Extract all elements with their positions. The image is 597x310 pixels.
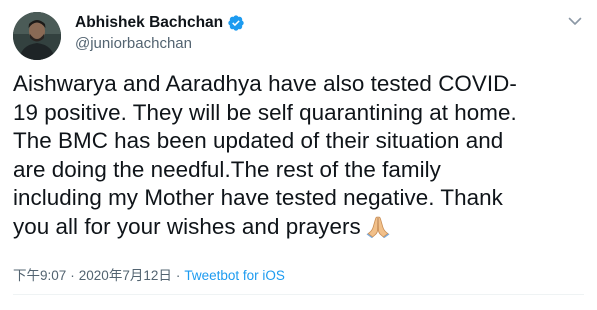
chevron-down-icon xyxy=(568,13,582,31)
tweet-source-link[interactable]: Tweetbot for iOS xyxy=(184,267,285,285)
avatar[interactable] xyxy=(13,12,61,60)
folded-hands-emoji xyxy=(365,214,391,246)
tweet-text-line: The BMC has been updated of their situat… xyxy=(13,128,504,154)
tweet-card: Abhishek Bachchan @juniorbachchan Aishwa… xyxy=(0,0,597,310)
avatar-image xyxy=(13,12,61,60)
tweet-text-line: are doing the needful.The rest of the fa… xyxy=(13,156,441,182)
tweet-text-line: you all for your wishes and prayers xyxy=(13,213,361,239)
tweet-text-line: 19 positive. They will be self quarantin… xyxy=(13,99,517,125)
meta-separator: · xyxy=(175,268,181,283)
tweet-text-last-line: you all for your wishes and prayers xyxy=(13,213,587,246)
divider xyxy=(13,294,584,295)
author-name-row[interactable]: Abhishek Bachchan xyxy=(75,13,245,33)
display-name[interactable]: Abhishek Bachchan xyxy=(75,13,223,33)
tweet-date[interactable]: 2020年7月12日 xyxy=(79,267,172,285)
author-handle[interactable]: @juniorbachchan xyxy=(75,34,192,54)
tweet-text-line: including my Mother have tested negative… xyxy=(13,185,503,211)
verified-badge-icon xyxy=(227,14,245,32)
tweet-text-line: Aishwarya and Aaradhya have also tested … xyxy=(13,71,517,96)
tweet-text: Aishwarya and Aaradhya have also tested … xyxy=(13,70,587,246)
tweet-time[interactable]: 下午9:07 xyxy=(13,267,66,285)
tweet-meta: 下午9:07 · 2020年7月12日 · Tweetbot for iOS xyxy=(13,267,285,285)
tweet-menu-button[interactable] xyxy=(565,12,585,32)
meta-separator: · xyxy=(70,268,75,283)
